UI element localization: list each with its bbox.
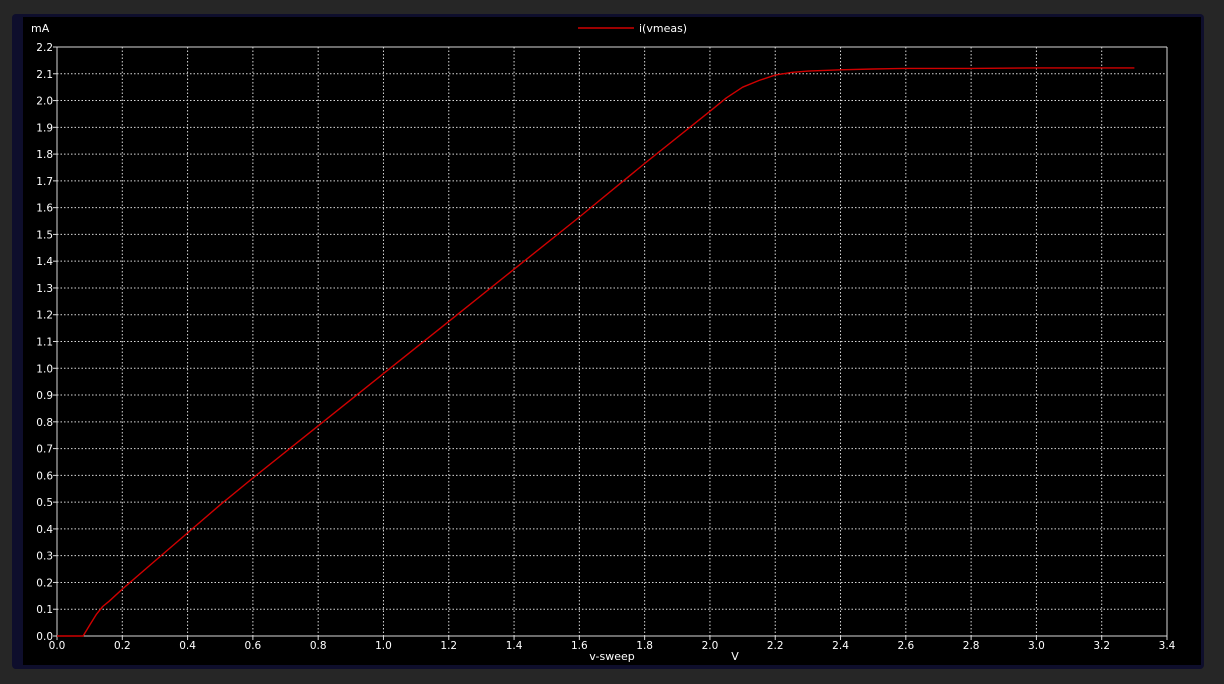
y-tick-label: 0.2 [36,577,53,589]
x-tick-label: 2.2 [767,640,784,652]
y-tick-label: 1.9 [36,122,53,134]
y-tick-label: 0.5 [36,497,53,509]
y-tick-label: 1.4 [36,256,53,268]
x-tick-label: 1.0 [375,640,392,652]
x-tick-label: 0.0 [49,640,66,652]
y-tick-label: 0.7 [36,444,53,456]
y-tick-label: 1.3 [36,283,53,295]
x-unit-label: V [731,650,739,663]
y-tick-label: 1.1 [36,337,53,349]
y-tick-label: 0.3 [36,551,53,563]
legend-label-i-vmeas: i(vmeas) [639,22,687,35]
x-tick-label: 3.4 [1159,640,1176,652]
x-axis-label: v-sweep [589,650,634,663]
y-tick-label: 1.5 [36,229,53,241]
x-tick-label: 2.0 [702,640,719,652]
x-tick-label: 0.2 [114,640,131,652]
x-tick-label: 1.8 [636,640,653,652]
y-tick-label: 0.8 [36,417,53,429]
y-tick-label: 1.7 [36,176,53,188]
x-tick-label: 2.8 [963,640,980,652]
y-tick-label: 0.6 [36,470,53,482]
x-tick-label: 0.4 [179,640,196,652]
y-tick-label: 0.9 [36,390,53,402]
y-tick-label: 1.2 [36,310,53,322]
x-tick-label: 0.6 [245,640,262,652]
y-tick-label: 2.0 [36,96,53,108]
y-tick-label: 2.2 [36,42,53,54]
y-tick-label: 1.6 [36,203,53,215]
y-tick-label: 0.1 [36,604,53,616]
y-tick-label: 1.0 [36,363,53,375]
y-tick-label: 1.8 [36,149,53,161]
waveform-chart: 0.0 0.1 0.2 0.3 0.4 0.5 0.6 0.7 0.8 0.9 1.0 1.1 1.2 1… [23,17,1201,665]
x-tick-label: 1.4 [506,640,523,652]
x-tick-label: 2.4 [832,640,849,652]
y-tick-labels: 0.00.10.20.30.40.50.60.70.80.91.01.11.21… [36,42,53,643]
x-tick-label: 3.0 [1028,640,1045,652]
x-tick-label: 3.2 [1093,640,1110,652]
y-tick-label: 0.4 [36,524,53,536]
x-tick-label: 2.6 [897,640,914,652]
y-unit-label: mA [31,22,50,35]
x-tick-label: 1.6 [571,640,588,652]
x-tick-label: 0.8 [310,640,327,652]
x-tick-label: 1.2 [440,640,457,652]
y-tick-label: 2.1 [36,69,53,81]
